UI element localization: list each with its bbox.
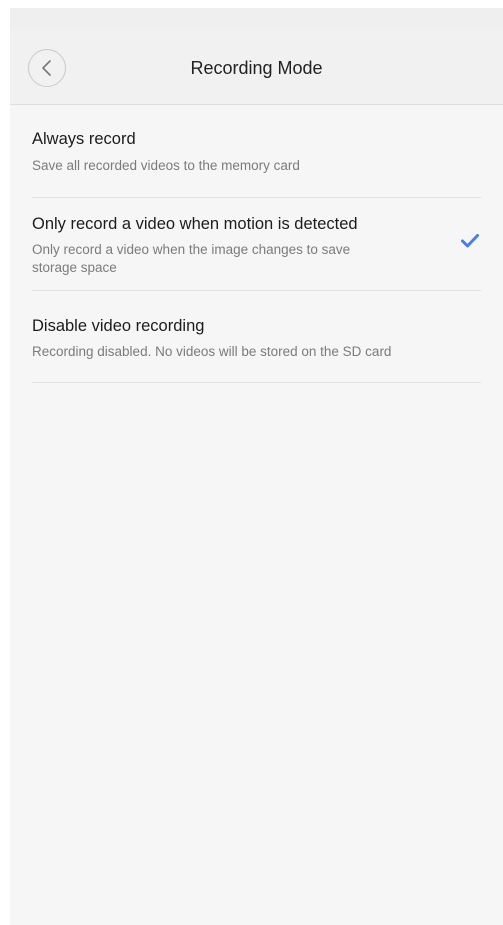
option-title: Disable video recording	[32, 317, 205, 335]
status-bar	[10, 8, 503, 28]
check-icon	[461, 234, 479, 248]
recording-mode-screen: Recording Mode Always record Save all re…	[10, 8, 503, 925]
option-description: Recording disabled. No videos will be st…	[32, 344, 392, 359]
option-always-record[interactable]: Always record Save all recorded videos t…	[32, 105, 481, 198]
option-title: Only record a video when motion is detec…	[32, 215, 358, 233]
recording-mode-list: Always record Save all recorded videos t…	[10, 105, 503, 383]
page-title: Recording Mode	[190, 58, 323, 78]
option-disable-recording[interactable]: Disable video recording Recording disabl…	[32, 291, 481, 383]
header-bar: Recording Mode	[10, 28, 503, 105]
option-description: Save all recorded videos to the memory c…	[32, 158, 300, 173]
option-description: Only record a video when the image chang…	[32, 242, 351, 275]
option-title: Always record	[32, 130, 136, 148]
option-motion-record[interactable]: Only record a video when motion is detec…	[32, 198, 481, 291]
